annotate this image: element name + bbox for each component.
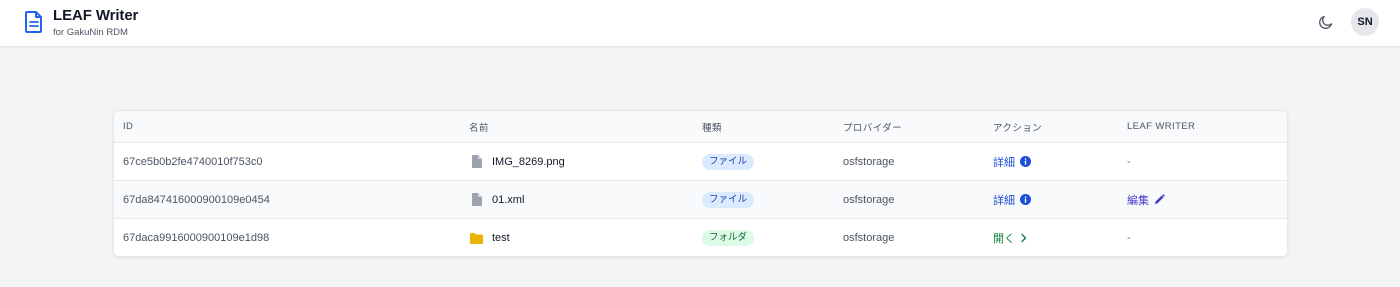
type-badge: ファイル xyxy=(702,153,755,170)
row-action-cell: 詳細 xyxy=(993,181,1031,218)
open-link[interactable]: 開く xyxy=(993,230,1028,246)
user-avatar[interactable]: SN xyxy=(1351,8,1379,36)
details-link[interactable]: 詳細 xyxy=(993,192,1031,208)
folder-icon xyxy=(470,232,483,244)
document-icon xyxy=(25,11,42,33)
row-provider: osfstorage xyxy=(843,232,895,244)
row-leaf-writer: - xyxy=(1127,232,1131,244)
table-header-row: ID 名前 種類 プロバイダー アクション LEAF WRITER xyxy=(114,111,1287,143)
app-header: LEAF Writer for GakuNin RDM SN xyxy=(0,0,1400,47)
moon-icon xyxy=(1319,15,1333,29)
row-id: 67da847416000900109e0454 xyxy=(123,193,270,206)
open-label: 開く xyxy=(993,233,1015,245)
row-action-cell: 詳細 xyxy=(993,143,1031,180)
info-icon xyxy=(1020,156,1031,167)
edit-link[interactable]: 編集 xyxy=(1127,192,1165,208)
column-header-action: アクション xyxy=(993,122,1043,134)
file-table: ID 名前 種類 プロバイダー アクション LEAF WRITER 67ce5b… xyxy=(113,110,1288,257)
row-provider: osfstorage xyxy=(843,193,895,206)
theme-toggle-button[interactable] xyxy=(1316,12,1336,32)
row-leaf-writer: - xyxy=(1127,155,1131,168)
row-name-cell: 01.xml xyxy=(469,181,524,218)
column-header-type: 種類 xyxy=(702,122,722,134)
details-label: 詳細 xyxy=(993,194,1015,207)
row-leaf-writer-cell: 編集 xyxy=(1127,181,1165,218)
file-icon xyxy=(472,193,482,206)
column-header-leaf-writer: LEAF WRITER xyxy=(1127,121,1196,132)
row-provider: osfstorage xyxy=(843,155,895,168)
column-header-id: ID xyxy=(123,121,134,132)
row-name-cell: test xyxy=(469,219,510,256)
row-id: 67daca9916000900109e1d98 xyxy=(123,232,270,244)
details-link[interactable]: 詳細 xyxy=(993,154,1031,170)
edit-label: 編集 xyxy=(1127,194,1149,207)
table-row: 67da847416000900109e0454 01.xml ファイル osf… xyxy=(114,181,1287,219)
row-type-cell: ファイル xyxy=(702,181,755,218)
table-row: 67ce5b0b2fe4740010f753c0 IMG_8269.png ファ… xyxy=(114,143,1287,181)
chevron-right-icon xyxy=(1021,233,1027,243)
app-title: LEAF Writer xyxy=(53,7,139,24)
column-header-name: 名前 xyxy=(469,122,489,134)
file-icon xyxy=(472,155,482,168)
type-badge: フォルダ xyxy=(702,230,755,246)
row-name: test xyxy=(492,232,510,244)
table-row: 67daca9916000900109e1d98 test フォルダ osfst… xyxy=(114,219,1287,256)
details-label: 詳細 xyxy=(993,156,1015,169)
info-icon xyxy=(1020,194,1031,205)
column-header-provider: プロバイダー xyxy=(843,122,903,134)
row-id: 67ce5b0b2fe4740010f753c0 xyxy=(123,155,263,168)
row-type-cell: ファイル xyxy=(702,143,755,180)
pencil-icon xyxy=(1155,194,1165,204)
row-name-cell: IMG_8269.png xyxy=(469,143,565,180)
row-name: 01.xml xyxy=(492,193,525,206)
row-type-cell: フォルダ xyxy=(702,219,755,256)
app-subtitle: for GakuNin RDM xyxy=(53,27,128,38)
row-name: IMG_8269.png xyxy=(492,155,565,168)
type-badge: ファイル xyxy=(702,191,755,208)
row-action-cell: 開く xyxy=(993,219,1028,256)
